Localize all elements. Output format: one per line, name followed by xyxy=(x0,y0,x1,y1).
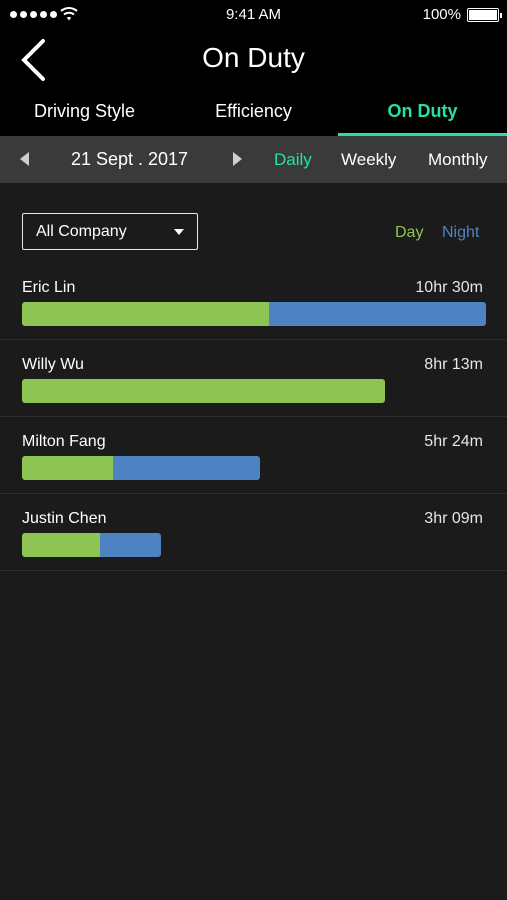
tab-efficiency[interactable]: Efficiency xyxy=(169,90,338,136)
driver-duty-hours: 8hr 13m xyxy=(424,356,483,373)
driver-duty-hours: 3hr 09m xyxy=(424,510,483,527)
company-filter-value: All Company xyxy=(36,223,127,240)
duty-bar xyxy=(22,302,486,326)
legend-night: Night xyxy=(442,224,480,241)
night-segment xyxy=(100,533,161,557)
tab-bar: Driving Style Efficiency On Duty xyxy=(0,90,507,136)
night-segment xyxy=(269,302,486,326)
day-segment xyxy=(22,456,113,480)
previous-date-icon[interactable] xyxy=(20,152,29,166)
top-header-area: 9:41 AM 100% On Duty Driving Style Effic… xyxy=(0,0,507,136)
company-filter-dropdown[interactable]: All Company xyxy=(22,213,198,250)
duty-bar xyxy=(22,379,385,403)
driver-row[interactable]: Milton Fang 5hr 24m xyxy=(0,417,507,494)
driver-row[interactable]: Eric Lin 10hr 30m xyxy=(0,263,507,340)
night-segment xyxy=(113,456,260,480)
day-segment xyxy=(22,533,100,557)
period-daily[interactable]: Daily xyxy=(274,150,312,170)
driver-name: Milton Fang xyxy=(22,433,106,450)
tab-on-duty[interactable]: On Duty xyxy=(338,90,507,136)
tab-driving-style[interactable]: Driving Style xyxy=(0,90,169,136)
driver-name: Willy Wu xyxy=(22,356,84,373)
page-title: On Duty xyxy=(202,42,305,73)
navigation-bar: On Duty xyxy=(0,30,507,90)
driver-duty-hours: 10hr 30m xyxy=(415,279,483,296)
status-bar: 9:41 AM 100% xyxy=(0,0,507,30)
date-navigation-bar: 21 Sept . 2017 Daily Weekly Monthly xyxy=(0,136,507,183)
driver-duty-list: Eric Lin 10hr 30m Willy Wu 8hr 13m Milto… xyxy=(0,263,507,571)
day-segment xyxy=(22,302,269,326)
driver-row[interactable]: Justin Chen 3hr 09m xyxy=(0,494,507,571)
legend-day: Day xyxy=(395,224,424,241)
day-segment xyxy=(22,379,385,403)
driver-row[interactable]: Willy Wu 8hr 13m xyxy=(0,340,507,417)
battery-icon xyxy=(467,8,502,22)
duty-bar xyxy=(22,533,161,557)
battery-percentage: 100% xyxy=(422,6,461,23)
current-date: 21 Sept . 2017 xyxy=(70,149,189,169)
duty-bar xyxy=(22,456,260,480)
next-date-icon[interactable] xyxy=(233,152,242,166)
period-monthly[interactable]: Monthly xyxy=(428,150,488,170)
driver-name: Eric Lin xyxy=(22,279,76,296)
caret-down-icon xyxy=(174,229,184,235)
period-weekly[interactable]: Weekly xyxy=(341,150,396,170)
driver-duty-hours: 5hr 24m xyxy=(424,433,483,450)
driver-name: Justin Chen xyxy=(22,510,107,527)
